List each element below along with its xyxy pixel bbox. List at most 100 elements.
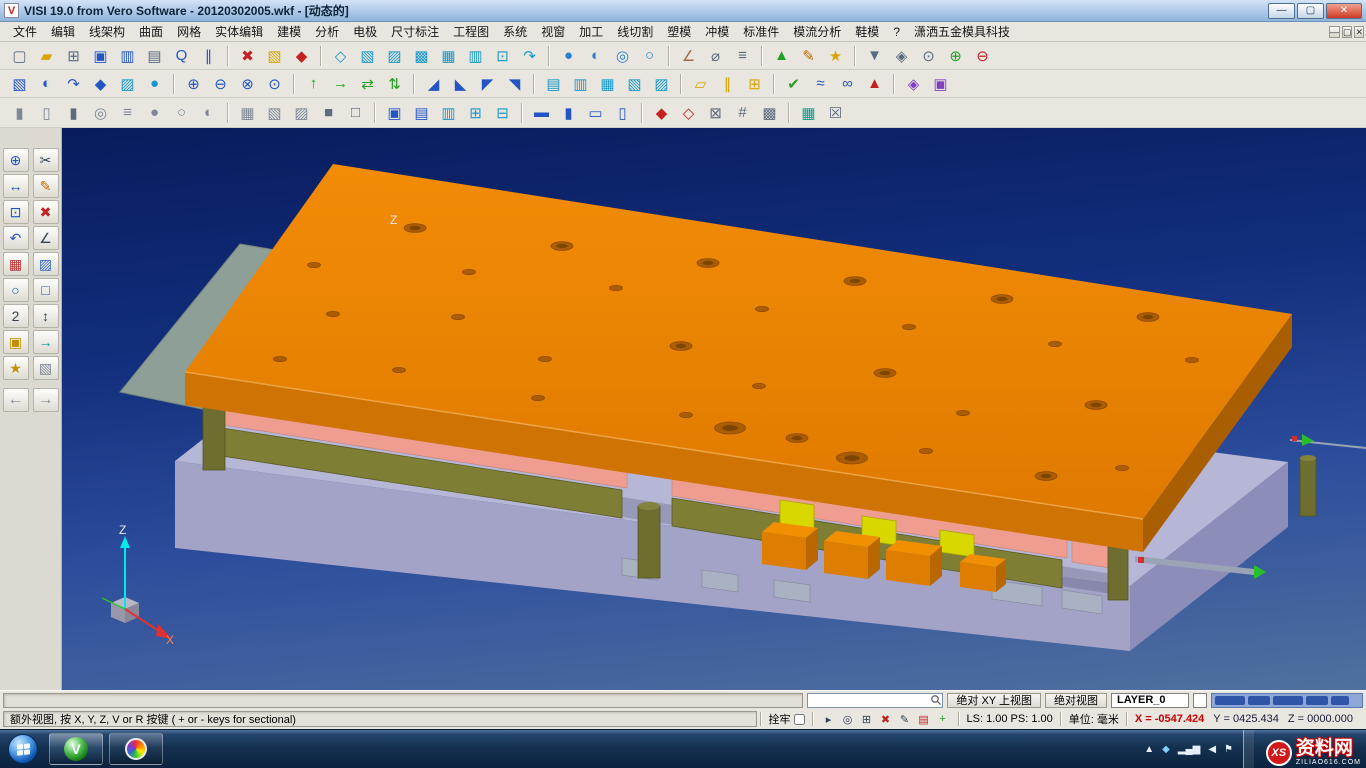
menu-item-help[interactable]: ? [886, 23, 907, 41]
check-geometry-button[interactable]: ✔ [781, 72, 806, 96]
new-file-button[interactable]: ▢ [7, 44, 32, 68]
menu-item-electrode[interactable]: 电极 [346, 23, 384, 41]
menu-item-drawing[interactable]: 工程图 [446, 23, 496, 41]
plate-tool-button[interactable]: ▦ [235, 101, 260, 125]
dowel-tool-button[interactable]: ○ [169, 101, 194, 125]
taskbar-app2-button[interactable] [109, 733, 163, 765]
menu-item-flow-analysis[interactable]: 模流分析 [786, 23, 848, 41]
menu-item-solid-edit[interactable]: 实体编辑 [208, 23, 270, 41]
network-tray-icon[interactable]: ▂▄▆ [1178, 744, 1200, 755]
report-button[interactable]: ☒ [823, 101, 848, 125]
view-top-button[interactable]: ▧ [355, 44, 380, 68]
menu-item-dimension[interactable]: 尺寸标注 [384, 23, 446, 41]
punch-list-button[interactable]: ▥ [436, 101, 461, 125]
viewport-3d[interactable]: Z Z X [62, 128, 1366, 690]
plot-preview-button[interactable]: Q [169, 44, 194, 68]
washer-tool-button[interactable]: ◐ [196, 101, 221, 125]
bush-tool-button[interactable]: ◎ [88, 101, 113, 125]
datum-axis-button[interactable]: ∥ [715, 72, 740, 96]
revolve-button[interactable]: ◐ [34, 72, 59, 96]
screw-tool-button[interactable]: ● [142, 101, 167, 125]
view-2d-button[interactable]: 2 [3, 304, 29, 328]
view-mode-button[interactable]: 绝对视图 [1045, 693, 1107, 708]
attributes-button[interactable]: ◈ [889, 44, 914, 68]
redline-doc-icon[interactable]: ▤ [916, 711, 932, 727]
grid-snap-button[interactable]: # [730, 101, 755, 125]
selection-filter-button[interactable]: ▧ [262, 44, 287, 68]
part-library-button[interactable]: ⊟ [490, 101, 515, 125]
materials-button[interactable]: ◈ [901, 72, 926, 96]
annotate-button[interactable]: ✎ [796, 44, 821, 68]
sphere-primitive-button[interactable]: ● [142, 72, 167, 96]
minimize-button[interactable]: — [1268, 3, 1295, 19]
pattern-button[interactable]: ⇅ [382, 72, 407, 96]
menu-item-surface[interactable]: 曲面 [132, 23, 170, 41]
replace-face-button[interactable]: ⇄ [355, 72, 380, 96]
antivirus-tray-icon[interactable]: ◆ [1162, 744, 1170, 755]
offset-surface-button[interactable]: ▨ [649, 72, 674, 96]
draft-button[interactable]: ◤ [475, 72, 500, 96]
mdi-minimize-button[interactable]: — [1329, 26, 1340, 38]
add-mode-icon[interactable]: + [935, 711, 951, 727]
supplier-catalog-button[interactable]: ◇ [676, 101, 701, 125]
fillet-button[interactable]: ◢ [421, 72, 446, 96]
tool-assembly-button[interactable]: ⊞ [463, 101, 488, 125]
hatch-tool-button[interactable]: ▧ [33, 356, 59, 380]
menu-item-wireframe[interactable]: 线架构 [82, 23, 132, 41]
profile-tool-button[interactable]: ▨ [289, 101, 314, 125]
circle-tool-button[interactable]: ○ [3, 278, 29, 302]
import-file-button[interactable]: ⊞ [61, 44, 86, 68]
hole-table-button[interactable]: ▦ [796, 101, 821, 125]
spring-tool-button[interactable]: ≡ [115, 101, 140, 125]
die-button-tool-button[interactable]: ▯ [34, 101, 59, 125]
measure-entity-button[interactable]: ∠ [33, 226, 59, 250]
lock-checkbox[interactable] [794, 714, 805, 725]
dimension-tool-button[interactable]: ↕ [33, 304, 59, 328]
hidden-line-button[interactable]: ◎ [610, 44, 635, 68]
loft-button[interactable]: ◆ [88, 72, 113, 96]
zoom-out-button[interactable]: ⊖ [970, 44, 995, 68]
view-front-button[interactable]: ▨ [382, 44, 407, 68]
layer-color-chip[interactable] [1306, 696, 1328, 705]
search-box[interactable] [807, 693, 943, 708]
action-center-tray-icon[interactable]: ⚑ [1224, 744, 1233, 755]
pause-redraw-button[interactable]: ∥ [196, 44, 221, 68]
standard-catalog-button[interactable]: ◆ [649, 101, 674, 125]
cube-primitive-button[interactable]: ▨ [115, 72, 140, 96]
menu-item-progressive-die[interactable]: 冲模 [698, 23, 736, 41]
ucs-mode-icon[interactable]: ⊞ [859, 711, 875, 727]
shell-button[interactable]: ◥ [502, 72, 527, 96]
selection-mask-button[interactable]: ▦ [3, 252, 29, 276]
zoom-extents-button[interactable]: ⊡ [490, 44, 515, 68]
menu-item-modeling[interactable]: 建模 [270, 23, 308, 41]
view-iso-button[interactable]: ◇ [328, 44, 353, 68]
active-layer-selector[interactable]: LAYER_0 [1111, 693, 1189, 708]
menu-item-edit[interactable]: 编辑 [44, 23, 82, 41]
extrude-button[interactable]: ▧ [7, 72, 32, 96]
coordinate-system-button[interactable]: ⊞ [742, 72, 767, 96]
measure-diameter-button[interactable]: ⌀ [703, 44, 728, 68]
layer-spinner[interactable] [1193, 693, 1207, 708]
start-button[interactable] [8, 734, 38, 764]
deviation-button[interactable]: ≈ [808, 72, 833, 96]
menu-item-system[interactable]: 系统 [496, 23, 534, 41]
sweep-button[interactable]: ↷ [61, 72, 86, 96]
menu-item-shoe-mold[interactable]: 鞋模 [848, 23, 886, 41]
pocket-tool-button[interactable]: ▧ [262, 101, 287, 125]
save-file-button[interactable]: ▣ [88, 44, 113, 68]
print-button[interactable]: ▤ [142, 44, 167, 68]
split-body-button[interactable]: ⊙ [262, 72, 287, 96]
rotate-view-button[interactable]: ↷ [517, 44, 542, 68]
show-desktop-button[interactable] [1243, 730, 1254, 768]
work-plane-button[interactable]: ▨ [33, 252, 59, 276]
view-orientation-button[interactable]: 绝对 XY 上视图 [947, 693, 1041, 708]
analyze-button[interactable]: ▲ [769, 44, 794, 68]
view-right-button[interactable]: ▩ [409, 44, 434, 68]
menu-item-mold[interactable]: 塑模 [660, 23, 698, 41]
menu-item-mesh[interactable]: 网格 [170, 23, 208, 41]
favorites-button[interactable]: ★ [823, 44, 848, 68]
stitch-surface-button[interactable]: ▧ [622, 72, 647, 96]
mask-button[interactable]: ◆ [289, 44, 314, 68]
menu-item-wire-edm[interactable]: 线切割 [610, 23, 660, 41]
menu-item-analysis[interactable]: 分析 [308, 23, 346, 41]
